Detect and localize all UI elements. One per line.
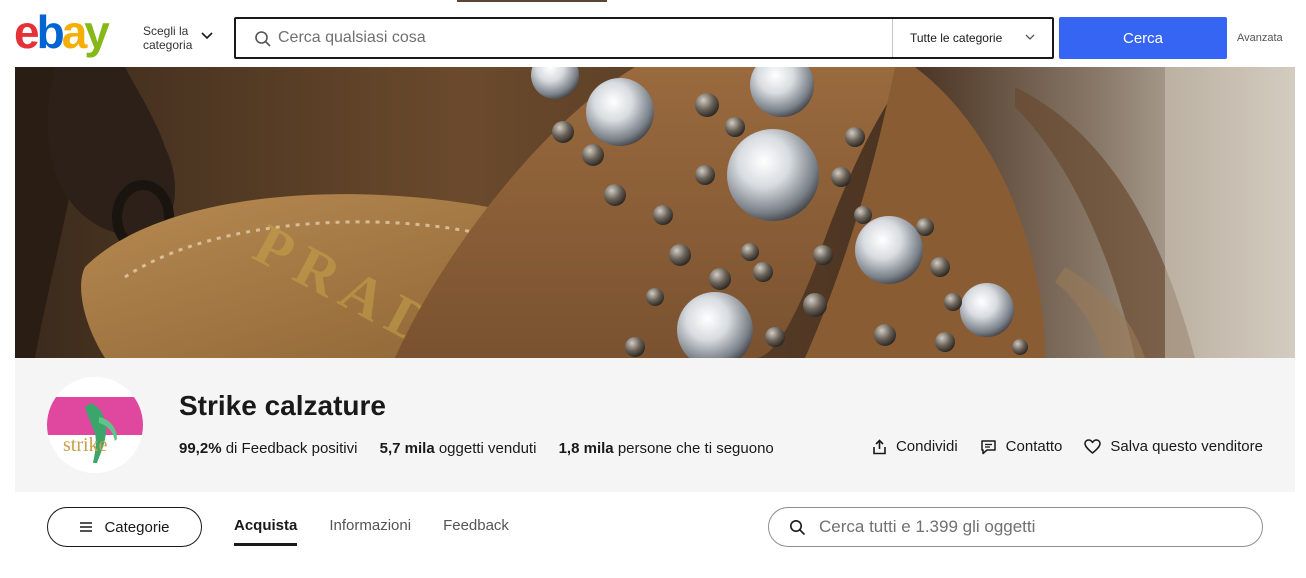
category-select[interactable]: Tutte le categorie (892, 19, 1052, 57)
svg-text:ebay: ebay (14, 10, 110, 58)
store-banner-image: PRADA (15, 67, 1295, 358)
store-name: Strike calzature (179, 390, 386, 421)
logo-letter-y: y (84, 10, 110, 58)
store-search-bar (768, 507, 1263, 547)
seller-actions: Condividi Contatto Salva questo venditor… (872, 438, 1263, 455)
category-select-value: Tutte le categorie (910, 31, 1003, 45)
chevron-down-icon (1025, 34, 1035, 40)
advanced-search-link[interactable]: Avanzata (1237, 32, 1283, 44)
top-accent-line (457, 0, 607, 2)
contact-button[interactable]: Contatto (980, 438, 1062, 455)
share-button[interactable]: Condividi (872, 438, 958, 455)
stat-feedback: 99,2% di Feedback positivi (179, 440, 358, 457)
store-avatar[interactable]: strike (47, 377, 143, 473)
store-tabs: Acquista Informazioni Feedback (234, 507, 509, 547)
seller-stats: 99,2% di Feedback positivi 5,7 mila ogge… (179, 440, 792, 457)
shop-by-category-button[interactable]: Scegli la categoria (143, 24, 197, 52)
tab-acquista[interactable]: Acquista (234, 507, 298, 547)
tab-feedback[interactable]: Feedback (443, 507, 509, 547)
stat-items-sold: 5,7 mila oggetti venduti (379, 440, 537, 457)
ebay-logo[interactable]: ebay (14, 10, 134, 62)
tab-informazioni[interactable]: Informazioni (329, 507, 411, 547)
logo-letter-e: e (14, 10, 39, 58)
menu-icon (80, 522, 93, 532)
chevron-down-icon[interactable] (200, 31, 214, 41)
site-header: ebay Scegli la categoria Tutte le catego… (0, 0, 1306, 67)
avatar-text: strike (63, 434, 108, 456)
stat-followers: 1,8 mila persone che ti seguono (558, 440, 774, 457)
share-icon (873, 438, 886, 454)
search-bar: Tutte le categorie (234, 17, 1054, 59)
categories-button[interactable]: Categorie (47, 507, 202, 547)
search-input[interactable] (278, 19, 888, 57)
search-button[interactable]: Cerca (1059, 17, 1227, 59)
save-seller-button[interactable]: Salva questo venditore (1084, 438, 1263, 455)
seller-info-bar: strike Strike calzature 99,2% di Feedbac… (15, 358, 1295, 492)
heart-icon (1084, 439, 1102, 454)
search-icon (255, 31, 271, 47)
chat-icon (980, 439, 996, 454)
store-search-input[interactable] (819, 508, 1249, 546)
logo-letter-b: b (37, 10, 64, 58)
search-icon (790, 520, 806, 536)
